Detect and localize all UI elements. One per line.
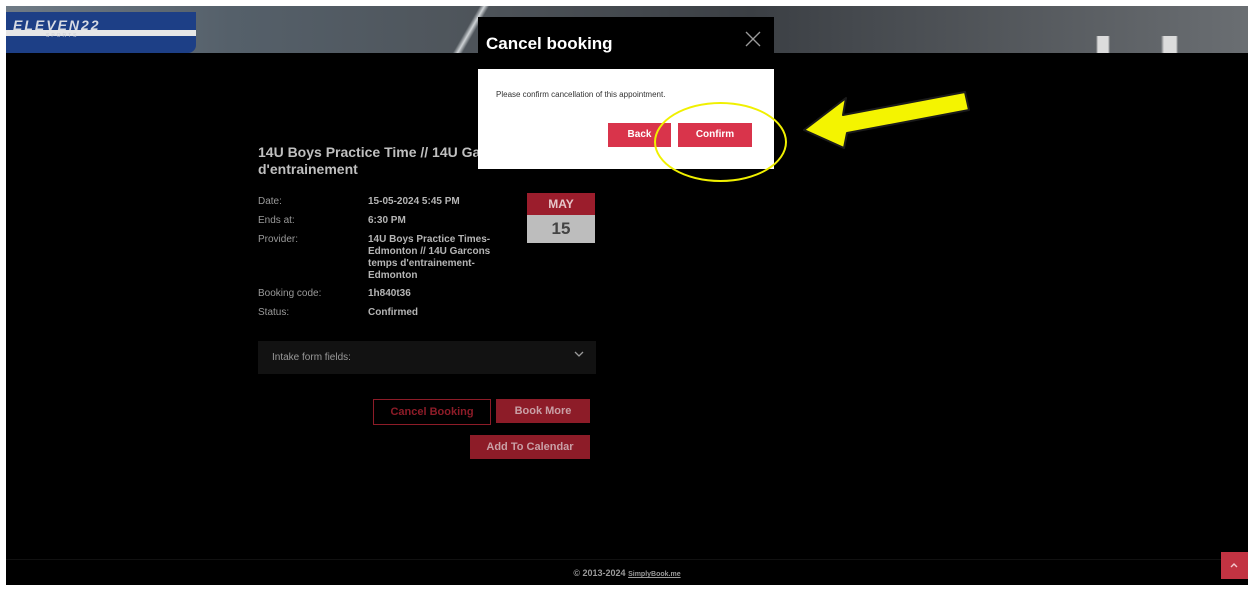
footer: © 2013-2024 SimplyBook.me <box>6 559 1248 585</box>
detail-label: Booking code: <box>258 288 322 299</box>
dialog-header: Cancel booking <box>478 17 774 69</box>
scroll-to-top-button[interactable] <box>1221 552 1248 579</box>
intake-form-label: Intake form fields: <box>272 352 351 363</box>
arrow-icon <box>803 91 970 149</box>
dialog-message: Please confirm cancellation of this appo… <box>496 90 666 99</box>
chevron-up-icon <box>1230 563 1238 568</box>
close-icon[interactable] <box>745 31 761 47</box>
brand-logo[interactable]: ELEVEN22 <box>13 17 101 33</box>
book-more-button[interactable]: Book More <box>496 399 590 423</box>
cancel-booking-button[interactable]: Cancel Booking <box>373 399 491 425</box>
chevron-down-icon <box>574 351 584 357</box>
detail-label: Ends at: <box>258 215 295 226</box>
date-card-month: MAY <box>527 193 595 215</box>
detail-value: Confirmed <box>368 307 418 318</box>
intake-form-accordion[interactable]: Intake form fields: <box>258 341 596 374</box>
footer-simplybook-link[interactable]: SimplyBook.me <box>628 571 681 578</box>
date-calendar-card: MAY 15 <box>527 193 595 243</box>
confirm-highlight-circle <box>654 102 787 182</box>
footer-copyright: © 2013-2024 <box>573 568 626 578</box>
detail-label: Status: <box>258 307 290 318</box>
dialog-title: Cancel booking <box>486 34 613 53</box>
detail-value: 1h840t36 <box>368 288 411 299</box>
detail-label: Provider: <box>258 234 299 245</box>
detail-value: 15-05-2024 5:45 PM <box>368 196 460 207</box>
date-card-day: 15 <box>527 215 595 243</box>
brand-logo-subtitle: SPORTS <box>46 33 79 39</box>
add-to-calendar-button[interactable]: Add To Calendar <box>470 435 590 459</box>
detail-label: Date: <box>258 196 282 207</box>
detail-value: 6:30 PM <box>368 215 406 226</box>
banner-photo-shoes <box>1086 36 1186 53</box>
detail-value: 14U Boys Practice Times- Edmonton // 14U… <box>368 234 491 281</box>
